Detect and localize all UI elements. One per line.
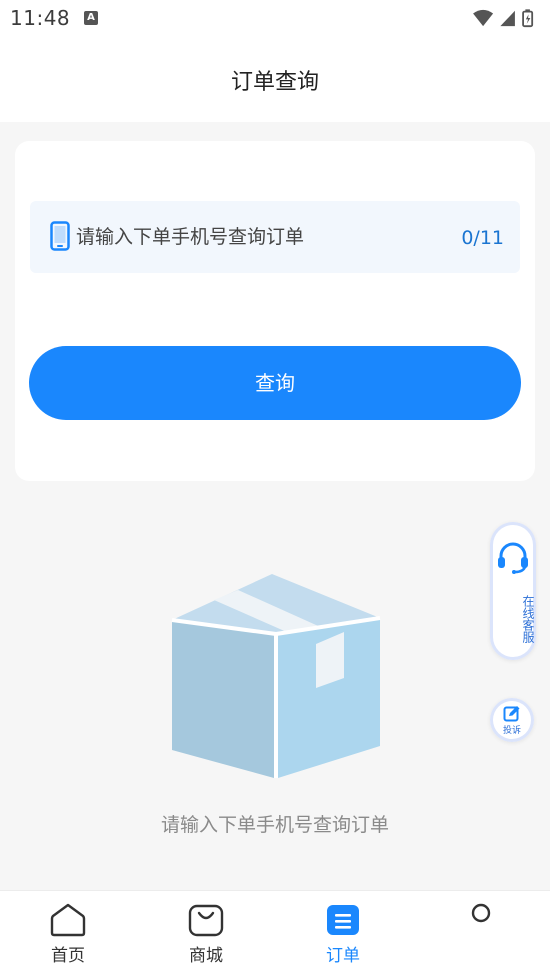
phone-input[interactable] [76, 221, 446, 253]
complain-button[interactable]: 投诉 [490, 698, 534, 742]
headset-icon [498, 542, 528, 574]
query-button[interactable]: 查询 [29, 346, 521, 420]
wifi-icon [473, 9, 494, 27]
profile-icon [471, 903, 491, 923]
empty-box-illustration [171, 574, 381, 778]
status-time: 11:48 [10, 6, 71, 30]
tab-orders[interactable]: 订单 [288, 891, 398, 977]
tab-home-label: 首页 [51, 946, 85, 966]
empty-state-message: 请输入下单手机号查询订单 [160, 814, 389, 836]
signal-icon [500, 10, 515, 27]
tab-profile[interactable] [426, 891, 536, 977]
online-service-button[interactable]: 在线客服 [490, 522, 536, 660]
status-icons [473, 9, 534, 28]
status-bar: 11:48 A [0, 0, 550, 38]
order-search-card: 0/11 查询 [15, 141, 535, 481]
notification-icon: A [84, 11, 98, 25]
shopping-bag-icon [188, 904, 224, 937]
input-counter: 0/11 [461, 227, 504, 249]
page-header: 订单查询 [0, 38, 550, 122]
tab-mall[interactable]: 商城 [151, 891, 261, 977]
page-title: 订单查询 [230, 70, 319, 95]
complain-label: 投诉 [502, 726, 521, 736]
phone-field[interactable]: 0/11 [30, 201, 520, 273]
bottom-tab-bar: 首页 商城 订单 [0, 890, 550, 977]
battery-icon [522, 9, 534, 28]
order-list-icon [327, 905, 359, 935]
phone-icon [50, 221, 70, 251]
home-icon [50, 903, 86, 937]
edit-icon [503, 706, 520, 722]
tab-mall-label: 商城 [189, 946, 223, 966]
tab-orders-label: 订单 [326, 946, 360, 966]
tab-home[interactable]: 首页 [13, 891, 123, 977]
online-service-label: 在线客服 [521, 595, 535, 643]
